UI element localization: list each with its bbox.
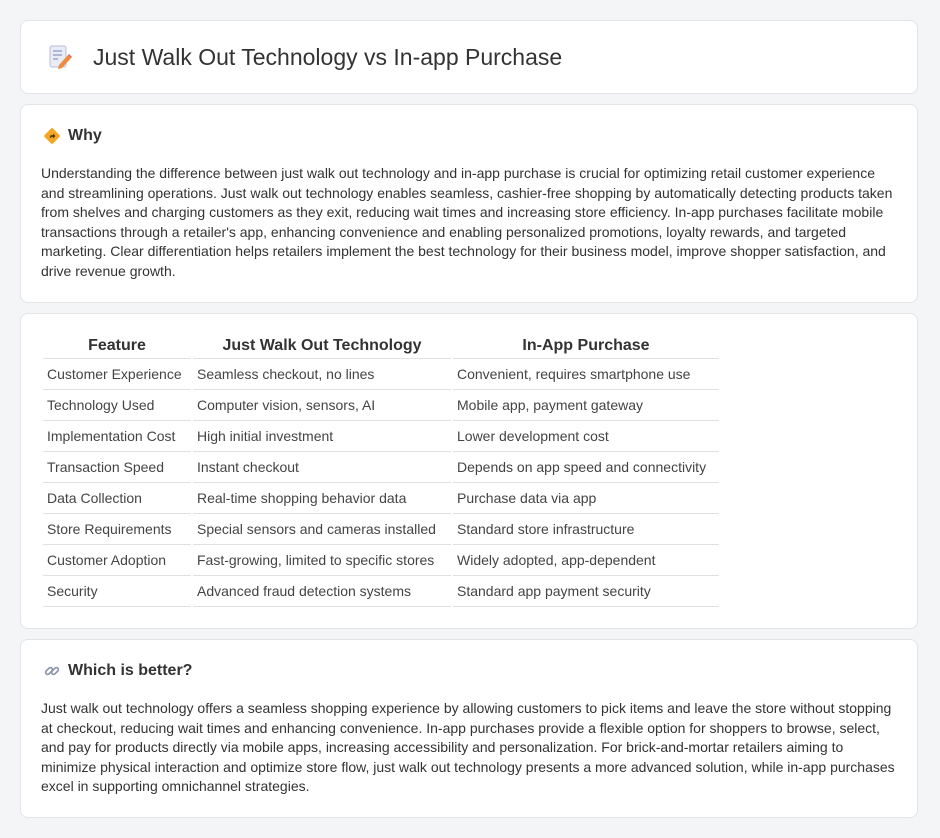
why-heading: Why	[68, 127, 102, 144]
table-row: Security Advanced fraud detection system…	[43, 576, 719, 607]
table-row: Customer Adoption Fast-growing, limited …	[43, 545, 719, 576]
just-walk-out-cell: Seamless checkout, no lines	[193, 359, 451, 390]
feature-cell: Customer Adoption	[43, 545, 191, 576]
just-walk-out-cell: Special sensors and cameras installed	[193, 514, 451, 545]
table-row: Customer Experience Seamless checkout, n…	[43, 359, 719, 390]
title-row: Just Walk Out Technology vs In-app Purch…	[47, 43, 562, 71]
feature-cell: Technology Used	[43, 390, 191, 421]
title-card: Just Walk Out Technology vs In-app Purch…	[20, 20, 918, 94]
feature-cell: Store Requirements	[43, 514, 191, 545]
just-walk-out-cell: Real-time shopping behavior data	[193, 483, 451, 514]
table-row: Technology Used Computer vision, sensors…	[43, 390, 719, 421]
page-title: Just Walk Out Technology vs In-app Purch…	[93, 43, 563, 70]
why-paragraph: Understanding the difference between jus…	[41, 165, 893, 279]
table-row: Implementation Cost High initial investm…	[43, 421, 719, 452]
in-app-cell: Standard store infrastructure	[453, 514, 719, 545]
in-app-cell: Purchase data via app	[453, 483, 719, 514]
feature-cell: Security	[43, 576, 191, 607]
header-in-app-purchase: In-App Purchase	[453, 334, 719, 359]
better-heading-row: Which is better?	[43, 662, 192, 680]
table-row: Transaction Speed Instant checkout Depen…	[43, 452, 719, 483]
comparison-card: Feature Just Walk Out Technology In-App …	[20, 313, 918, 629]
better-paragraph: Just walk out technology offers a seamle…	[41, 700, 895, 795]
comparison-table: Feature Just Walk Out Technology In-App …	[41, 334, 721, 607]
just-walk-out-cell: Instant checkout	[193, 452, 451, 483]
header-just-walk-out: Just Walk Out Technology	[193, 334, 451, 359]
diamond-sign-icon	[44, 128, 60, 144]
in-app-cell: Mobile app, payment gateway	[453, 390, 719, 421]
better-heading: Which is better?	[68, 662, 193, 679]
table-header-row: Feature Just Walk Out Technology In-App …	[43, 334, 719, 359]
header-feature: Feature	[43, 334, 191, 359]
in-app-cell: Standard app payment security	[453, 576, 719, 607]
just-walk-out-cell: Fast-growing, limited to specific stores	[193, 545, 451, 576]
link-icon	[44, 666, 60, 676]
document-edit-icon	[49, 45, 72, 69]
why-card: Why Understanding the difference between…	[20, 104, 918, 303]
just-walk-out-cell: Computer vision, sensors, AI	[193, 390, 451, 421]
in-app-cell: Lower development cost	[453, 421, 719, 452]
why-heading-row: Why	[43, 127, 102, 145]
in-app-cell: Depends on app speed and connectivity	[453, 452, 719, 483]
feature-cell: Implementation Cost	[43, 421, 191, 452]
table-row: Data Collection Real-time shopping behav…	[43, 483, 719, 514]
feature-cell: Customer Experience	[43, 359, 191, 390]
feature-cell: Data Collection	[43, 483, 191, 514]
which-is-better-card: Which is better? Just walk out technolog…	[20, 639, 918, 818]
in-app-cell: Convenient, requires smartphone use	[453, 359, 719, 390]
feature-cell: Transaction Speed	[43, 452, 191, 483]
table-row: Store Requirements Special sensors and c…	[43, 514, 719, 545]
just-walk-out-cell: High initial investment	[193, 421, 451, 452]
just-walk-out-cell: Advanced fraud detection systems	[193, 576, 451, 607]
in-app-cell: Widely adopted, app-dependent	[453, 545, 719, 576]
